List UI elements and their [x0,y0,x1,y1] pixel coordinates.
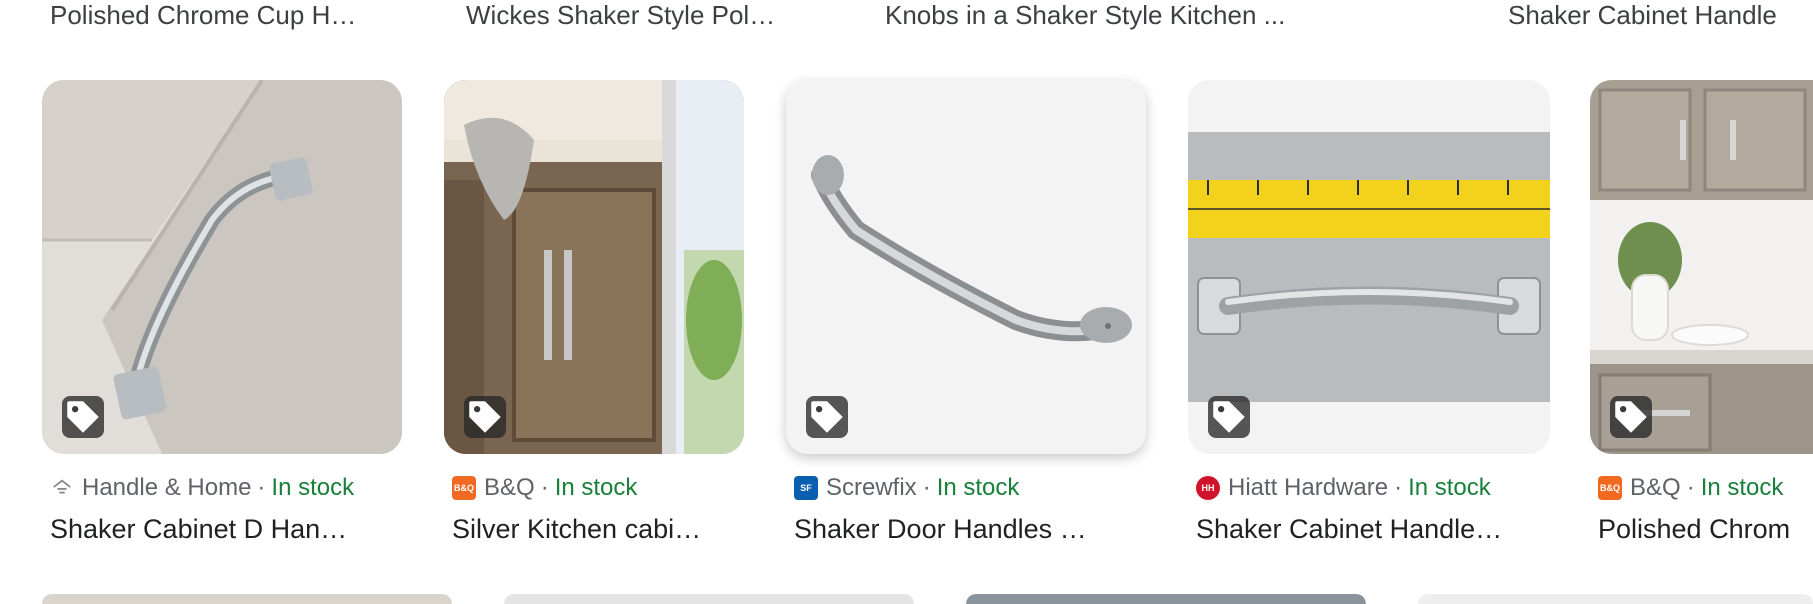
separator: · [257,474,266,501]
result-card[interactable]: SF Screwfix · In stock Shaker Door Handl… [786,80,1146,546]
product-title[interactable]: Silver Kitchen cabi… [444,512,744,546]
product-image[interactable] [42,80,402,454]
bq-favicon-icon: B&Q [452,476,476,500]
result-source-row: B&Q B&Q · In stock [1590,472,1813,504]
stock-status: In stock [271,474,355,501]
bq-favicon-icon: B&Q [1598,476,1622,500]
separator: · [922,474,931,501]
result-source-row: B&Q B&Q · In stock [444,472,744,504]
next-row-thumbnail[interactable] [504,594,914,604]
price-tag-icon [464,396,506,438]
source-name: B&Q [484,474,535,501]
hiatt-favicon-icon: HH [1196,476,1220,500]
product-title[interactable]: Shaker Door Handles … [786,512,1146,546]
stock-status: In stock [936,474,1020,501]
source-name: Handle & Home [82,474,252,501]
source-name: B&Q [1630,474,1681,501]
top-row-title-1[interactable]: Polished Chrome Cup H… [50,0,410,30]
separator: · [540,474,549,501]
price-tag-icon [62,396,104,438]
source-name: Screwfix [826,474,917,501]
result-card[interactable]: B&Q B&Q · In stock Polished Chrom [1590,80,1813,546]
product-title[interactable]: Shaker Cabinet D Han… [42,512,402,546]
next-row-thumbnail[interactable] [42,594,452,604]
stock-status: In stock [1408,474,1491,501]
result-card[interactable]: B&Q B&Q · In stock Silver Kitchen cabi… [444,80,744,546]
product-image[interactable] [1188,80,1550,454]
separator: · [1394,474,1403,501]
screwfix-favicon-icon: SF [794,476,818,500]
stock-status: In stock [554,474,638,501]
top-row-title-4[interactable]: Shaker Cabinet Handle [1508,0,1813,30]
top-row-title-2[interactable]: Wickes Shaker Style Pol… [466,0,836,30]
result-card[interactable]: HH Hiatt Hardware · In stock Shaker Cabi… [1188,80,1550,546]
product-title[interactable]: Shaker Cabinet Handle… [1188,512,1550,546]
product-title[interactable]: Polished Chrom [1590,512,1813,546]
result-card[interactable]: Handle & Home · In stock Shaker Cabinet … [42,80,402,546]
stock-status: In stock [1700,474,1784,501]
result-source-row: HH Hiatt Hardware · In stock [1188,472,1550,504]
next-row-thumbnail[interactable] [1418,594,1813,604]
handle-home-favicon-icon [50,476,74,500]
result-source-row: Handle & Home · In stock [42,472,402,504]
result-source-row: SF Screwfix · In stock [786,472,1146,504]
top-row-title-3[interactable]: Knobs in a Shaker Style Kitchen ... [885,0,1355,30]
price-tag-icon [1208,396,1250,438]
price-tag-icon [1610,396,1652,438]
product-image[interactable] [444,80,744,454]
source-name: Hiatt Hardware [1228,474,1389,501]
product-image[interactable] [786,80,1146,454]
product-image[interactable] [1590,80,1813,454]
price-tag-icon [806,396,848,438]
separator: · [1686,474,1695,501]
next-row-thumbnail[interactable] [966,594,1366,604]
